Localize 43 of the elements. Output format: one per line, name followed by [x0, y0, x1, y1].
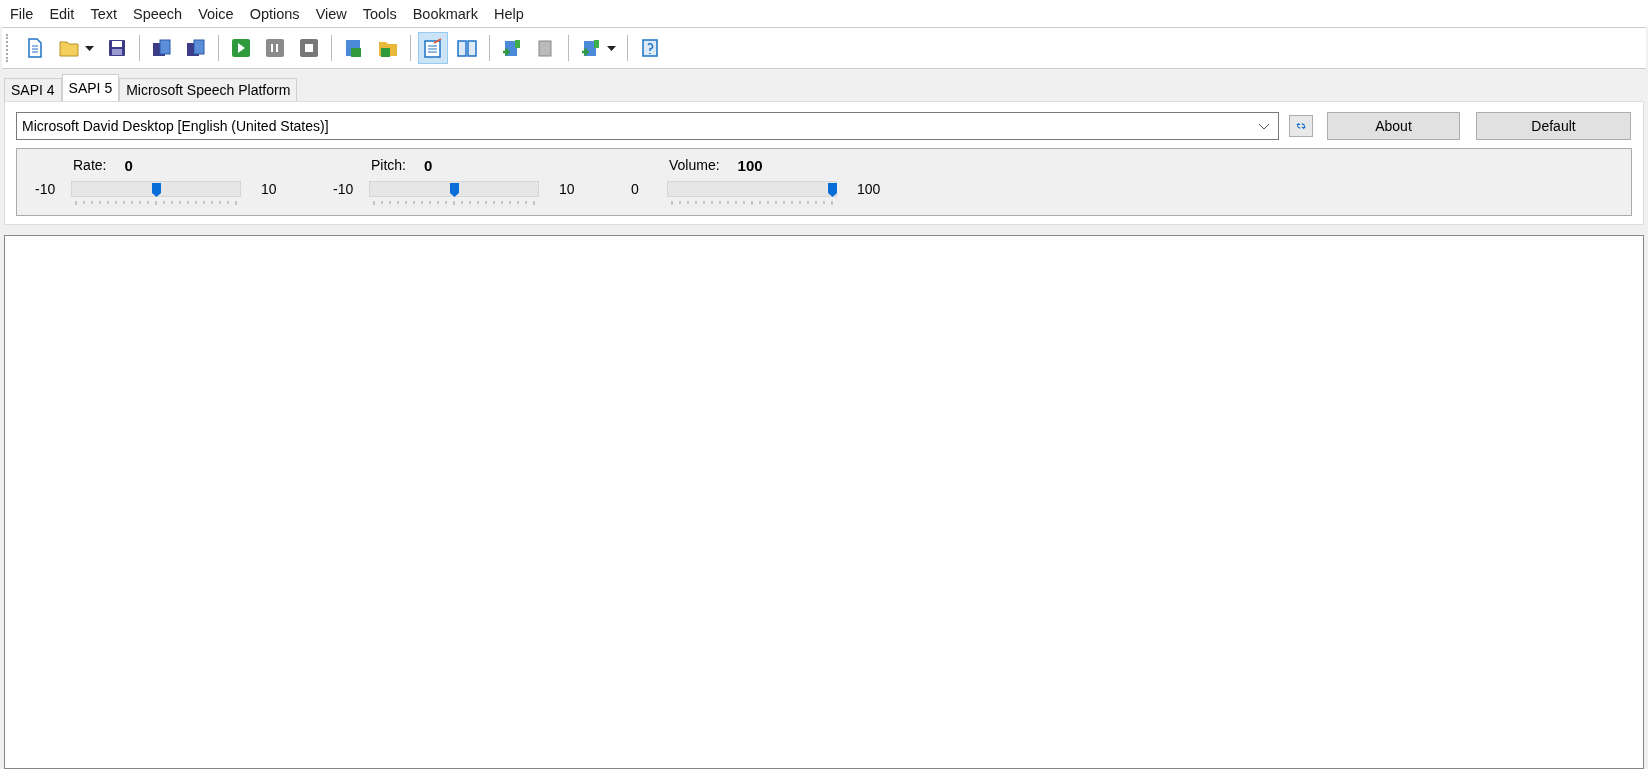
pause-icon	[264, 37, 286, 59]
menu-item[interactable]: Edit	[41, 5, 83, 22]
caret-icon	[607, 45, 616, 51]
menu-item[interactable]: View	[307, 5, 355, 22]
slider-value: 0	[424, 156, 433, 174]
menu-item[interactable]: Speech	[124, 5, 191, 22]
slider-value: 100	[737, 156, 763, 174]
slider-min: -10	[35, 180, 57, 197]
menu-item[interactable]: Options	[241, 5, 308, 22]
slider-value: 0	[124, 156, 133, 174]
tab[interactable]: Microsoft Speech Platform	[119, 78, 298, 101]
slider-min: 0	[631, 180, 640, 197]
refresh-icon	[1296, 121, 1306, 131]
stop-icon	[298, 37, 320, 59]
notepad-icon	[422, 37, 444, 59]
push-button[interactable]: About	[1327, 112, 1460, 140]
slider-thumb[interactable]	[828, 183, 837, 197]
help-icon	[639, 37, 661, 59]
menu-item[interactable]: Voice	[190, 5, 242, 22]
menu-item[interactable]: Tools	[354, 5, 405, 22]
slider-label: Volume:	[669, 157, 720, 173]
slider-max: 10	[260, 180, 277, 197]
slider-label: Rate:	[73, 157, 107, 173]
tab[interactable]: SAPI 5	[61, 74, 120, 101]
book-plus-icon	[580, 37, 602, 59]
slider-thumb[interactable]	[450, 183, 459, 197]
slider-thumb[interactable]	[152, 183, 161, 197]
play-icon	[230, 37, 252, 59]
chevron-down-icon	[1258, 122, 1270, 130]
tab[interactable]: SAPI 4	[4, 78, 62, 101]
voice-dropdown[interactable]: Microsoft David Desktop [English (United States)]	[16, 112, 1279, 140]
menu-item[interactable]: Help	[485, 5, 532, 22]
menu-item[interactable]: File	[2, 5, 42, 22]
slider-min: -10	[333, 180, 355, 197]
push-button[interactable]: Default	[1476, 112, 1631, 140]
refresh-button[interactable]	[1289, 115, 1313, 137]
slider-max: 100	[856, 180, 881, 197]
menu-item[interactable]: Bookmark	[404, 5, 486, 22]
slider-label: Pitch:	[371, 157, 406, 173]
slider-max: 10	[558, 180, 575, 197]
menu-item[interactable]: Text	[82, 5, 125, 22]
caret-icon	[85, 45, 94, 51]
book-plus-icon	[501, 37, 523, 59]
